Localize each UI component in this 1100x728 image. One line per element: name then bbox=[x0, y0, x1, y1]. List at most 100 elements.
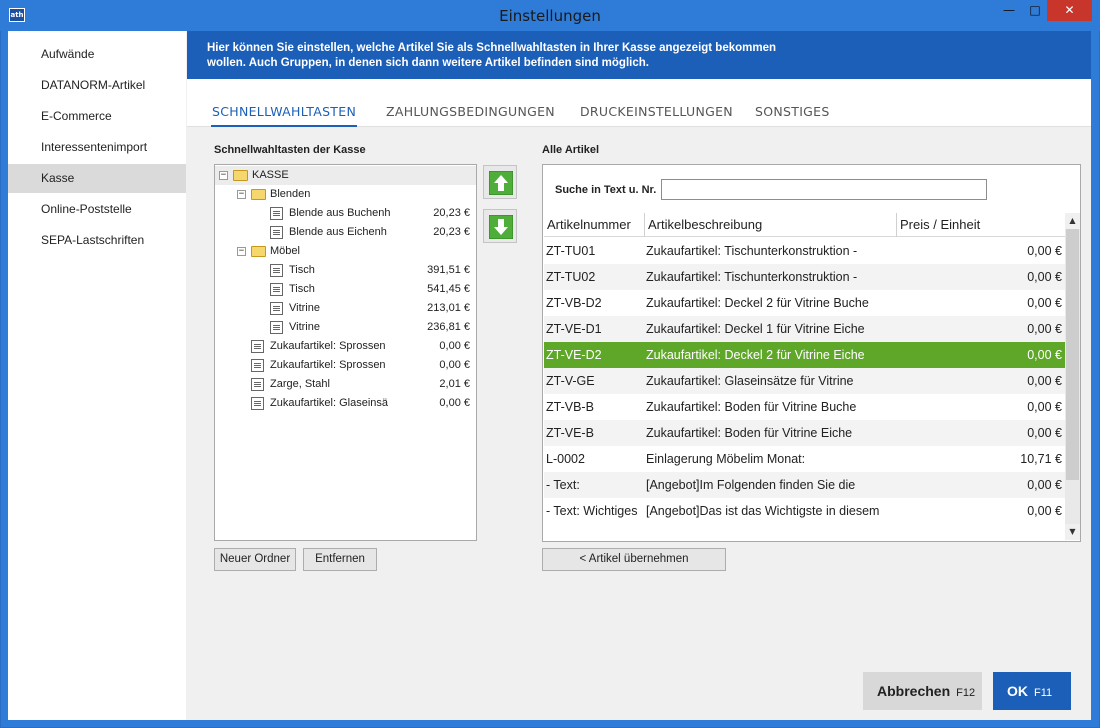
article-price-cell: 0,00 € bbox=[1027, 244, 1062, 258]
article-icon bbox=[270, 264, 283, 277]
articles-panel: Suche in Text u. Nr. Artikelnummer Artik… bbox=[542, 164, 1081, 542]
title-bar[interactable]: ath Einstellungen — □ ✕ bbox=[0, 0, 1100, 31]
tab-zahlungsbedingungen[interactable]: ZAHLUNGSBEDINGUNGEN bbox=[386, 104, 555, 119]
article-number-cell: L-0002 bbox=[546, 452, 585, 466]
ok-button[interactable]: OK F11 bbox=[993, 672, 1071, 710]
tree-item[interactable]: Vitrine 236,81 € bbox=[215, 318, 476, 337]
articles-scrollbar[interactable]: ▲ ▼ bbox=[1065, 213, 1080, 540]
tree-item-price: 0,00 € bbox=[439, 340, 470, 352]
tree-item-name: Blende aus Buchenh bbox=[289, 207, 391, 219]
cancel-button[interactable]: Abbrechen F12 bbox=[863, 672, 982, 710]
sidebar-item[interactable]: SEPA-Lastschriften bbox=[8, 226, 186, 255]
table-row[interactable]: ZT-VE-D1 Zukaufartikel: Deckel 1 für Vitr… bbox=[544, 316, 1065, 342]
tree-folder[interactable]: − Blenden bbox=[215, 185, 476, 204]
tree-item-price: 2,01 € bbox=[439, 378, 470, 390]
article-number-cell: - Text: Wichtiges bbox=[546, 504, 638, 518]
article-description-cell: Zukaufartikel: Deckel 1 für Vitrine Eich… bbox=[646, 322, 865, 336]
move-up-button[interactable] bbox=[483, 165, 517, 199]
article-icon bbox=[270, 207, 283, 220]
table-row[interactable]: L-0002 Einlagerung Möbelim Monat: 10,71 € bbox=[544, 446, 1065, 472]
article-price-cell: 0,00 € bbox=[1027, 270, 1062, 284]
table-row[interactable]: ZT-VE-D2 Zukaufartikel: Deckel 2 für Vitr… bbox=[544, 342, 1065, 368]
tree-item[interactable]: Zukaufartikel: Glaseinsä 0,00 € bbox=[215, 394, 476, 413]
quickkeys-tree[interactable]: − KASSE − Blenden Blende aus Buchenh 20,23 € B… bbox=[214, 164, 477, 541]
table-row[interactable]: ZT-TU02 Zukaufartikel: Tischunterkonstruk… bbox=[544, 264, 1065, 290]
maximize-button[interactable]: □ bbox=[1022, 0, 1048, 21]
tree-item[interactable]: Vitrine 213,01 € bbox=[215, 299, 476, 318]
tree-item-name: Vitrine bbox=[289, 302, 320, 314]
arrow-down-icon bbox=[489, 215, 513, 239]
article-price-cell: 0,00 € bbox=[1027, 322, 1062, 336]
article-icon bbox=[251, 359, 264, 372]
sidebar-item[interactable]: DATANORM-Artikel bbox=[8, 71, 186, 100]
minimize-button[interactable]: — bbox=[996, 0, 1022, 21]
article-price-cell: 0,00 € bbox=[1027, 504, 1062, 518]
table-row[interactable]: - Text: Wichtiges [Angebot]Das ist das Wi… bbox=[544, 498, 1065, 524]
column-header-artikelbeschreibung[interactable]: Artikelbeschreibung bbox=[645, 213, 897, 237]
collapse-icon[interactable]: − bbox=[237, 247, 246, 256]
arrow-up-icon bbox=[489, 171, 513, 195]
article-icon bbox=[251, 378, 264, 391]
tree-folder[interactable]: − KASSE bbox=[215, 166, 476, 185]
client-area: Aufwände DATANORM-Artikel E-Commerce Intere… bbox=[8, 31, 1091, 720]
search-input[interactable] bbox=[661, 179, 987, 200]
cancel-shortcut: F12 bbox=[956, 687, 976, 699]
sidebar-item[interactable]: E-Commerce bbox=[8, 102, 186, 131]
scroll-down-icon[interactable]: ▼ bbox=[1065, 524, 1080, 540]
tree-item-name: Möbel bbox=[270, 245, 300, 257]
table-row[interactable]: ZT-VB-B Zukaufartikel: Boden für Vitrine … bbox=[544, 394, 1065, 420]
table-row[interactable]: - Text: [Angebot]Im Folgenden finden Sie … bbox=[544, 472, 1065, 498]
tab-schnellwahltasten[interactable]: SCHNELLWAHLTASTEN bbox=[212, 104, 356, 119]
remove-button[interactable]: Entfernen bbox=[303, 548, 377, 571]
table-row[interactable]: ZT-V-GE Zukaufartikel: Glaseinsätze für V… bbox=[544, 368, 1065, 394]
tree-item[interactable]: Tisch 541,45 € bbox=[215, 280, 476, 299]
tree-item[interactable]: Zukaufartikel: Sprossen 0,00 € bbox=[215, 337, 476, 356]
take-over-article-button[interactable]: < Artikel übernehmen bbox=[542, 548, 726, 571]
article-icon bbox=[270, 283, 283, 296]
collapse-icon[interactable]: − bbox=[237, 190, 246, 199]
collapse-icon[interactable]: − bbox=[219, 171, 228, 180]
article-number-cell: ZT-VB-B bbox=[546, 400, 594, 414]
tree-item[interactable]: Zukaufartikel: Sprossen 0,00 € bbox=[215, 356, 476, 375]
sidebar-item[interactable]: Interessentenimport bbox=[8, 133, 186, 162]
tree-item-name: Zukaufartikel: Sprossen bbox=[270, 359, 386, 371]
tree-folder[interactable]: − Möbel bbox=[215, 242, 476, 261]
ok-label: OK bbox=[1007, 683, 1028, 699]
tab-druckeinstellungen[interactable]: DRUCKEINSTELLUNGEN bbox=[580, 104, 733, 119]
scrollbar-thumb[interactable] bbox=[1066, 229, 1079, 480]
banner-line-1: Hier können Sie einstellen, welche Artik… bbox=[207, 42, 777, 54]
article-icon bbox=[251, 397, 264, 410]
tree-item[interactable]: Tisch 391,51 € bbox=[215, 261, 476, 280]
tree-item-name: Zukaufartikel: Sprossen bbox=[270, 340, 386, 352]
search-label: Suche in Text u. Nr. bbox=[555, 184, 657, 196]
table-row[interactable]: ZT-TU01 Zukaufartikel: Tischunterkonstruk… bbox=[544, 238, 1065, 264]
tree-item-price: 20,23 € bbox=[433, 226, 470, 238]
article-number-cell: - Text: bbox=[546, 478, 580, 492]
table-row[interactable]: ZT-VE-B Zukaufartikel: Boden für Vitrine … bbox=[544, 420, 1065, 446]
close-button[interactable]: ✕ bbox=[1047, 0, 1092, 21]
active-tab-indicator bbox=[211, 125, 357, 127]
tree-item-price: 391,51 € bbox=[427, 264, 470, 276]
article-description-cell: Zukaufartikel: Tischunterkonstruktion - bbox=[646, 244, 858, 258]
tree-item[interactable]: Blende aus Buchenh 20,23 € bbox=[215, 204, 476, 223]
tree-item-price: 236,81 € bbox=[427, 321, 470, 333]
sidebar-item[interactable]: Online-Poststelle bbox=[8, 195, 186, 224]
tree-item-price: 541,45 € bbox=[427, 283, 470, 295]
sidebar: Aufwände DATANORM-Artikel E-Commerce Intere… bbox=[8, 31, 186, 720]
tree-item[interactable]: Blende aus Eichenh 20,23 € bbox=[215, 223, 476, 242]
article-description-cell: Einlagerung Möbelim Monat: bbox=[646, 452, 806, 466]
scroll-up-icon[interactable]: ▲ bbox=[1065, 213, 1080, 229]
move-down-button[interactable] bbox=[483, 209, 517, 243]
column-header-preis[interactable]: Preis / Einheit bbox=[897, 213, 1065, 237]
cancel-label: Abbrechen bbox=[877, 683, 951, 699]
table-row[interactable]: ZT-VB-D2 Zukaufartikel: Deckel 2 für Vitr… bbox=[544, 290, 1065, 316]
tab-bar: SCHNELLWAHLTASTEN ZAHLUNGSBEDINGUNGEN DR… bbox=[187, 79, 1091, 127]
article-number-cell: ZT-TU01 bbox=[546, 244, 596, 258]
column-header-artikelnummer[interactable]: Artikelnummer bbox=[544, 213, 645, 237]
tree-item[interactable]: Zarge, Stahl 2,01 € bbox=[215, 375, 476, 394]
article-price-cell: 0,00 € bbox=[1027, 348, 1062, 362]
sidebar-item[interactable]: Kasse bbox=[8, 164, 186, 193]
tab-sonstiges[interactable]: SONSTIGES bbox=[755, 104, 830, 119]
new-folder-button[interactable]: Neuer Ordner bbox=[214, 548, 296, 571]
sidebar-item[interactable]: Aufwände bbox=[8, 40, 186, 69]
